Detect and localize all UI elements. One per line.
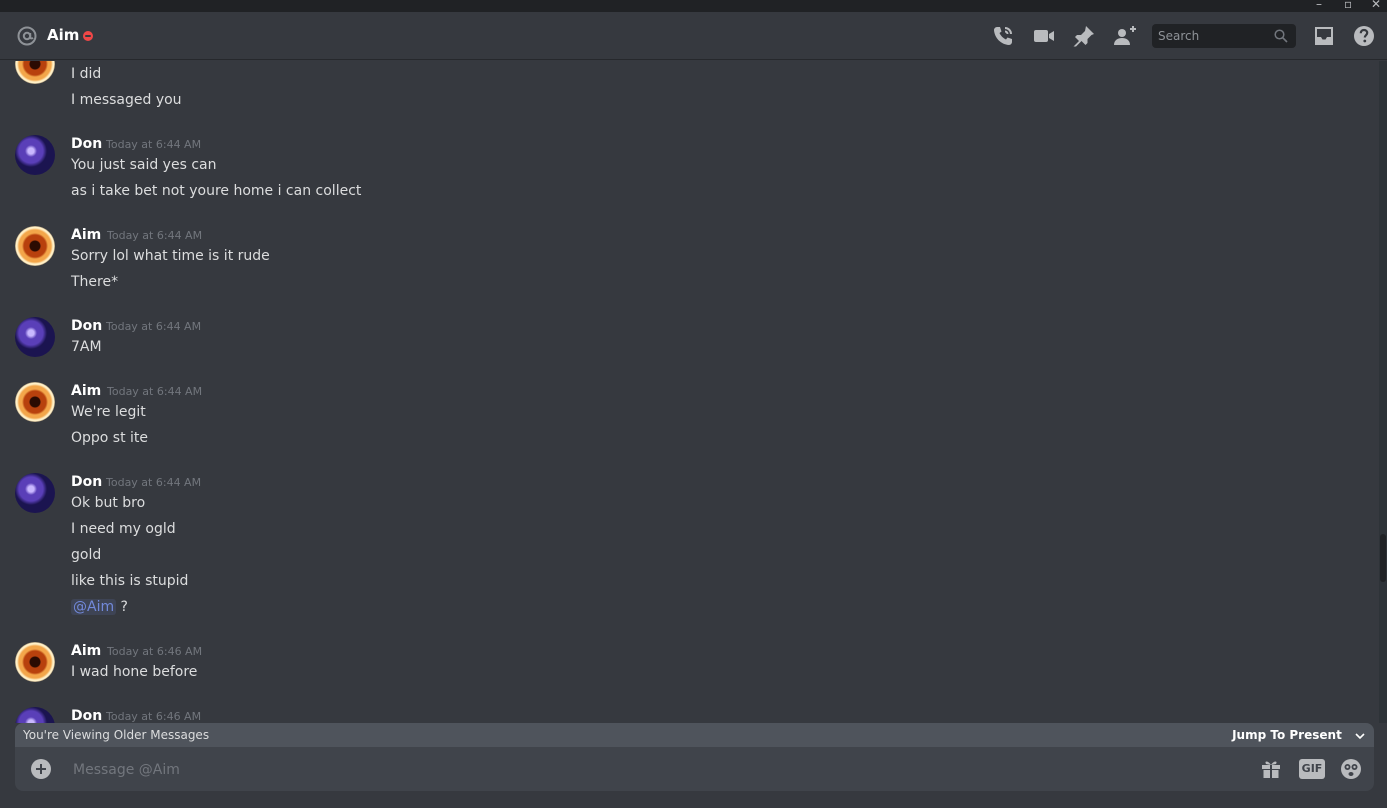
- avatar[interactable]: [15, 382, 55, 422]
- timestamp: Today at 6:46 AM: [106, 710, 202, 723]
- message-list[interactable]: I did I messaged you Don Today at 6:44 A…: [0, 61, 1379, 723]
- avatar[interactable]: [15, 317, 55, 357]
- timestamp: Today at 6:44 AM: [106, 138, 202, 151]
- avatar[interactable]: [15, 226, 55, 266]
- older-messages-text: You're Viewing Older Messages: [23, 728, 210, 742]
- message-text: We're legit: [71, 404, 146, 420]
- maximize-button[interactable]: ▫: [1344, 0, 1352, 11]
- message-text: I wad hone before: [71, 664, 198, 680]
- message-text: I need my ogld: [71, 521, 176, 537]
- help-icon[interactable]: [1352, 24, 1376, 48]
- message-text: 7AM: [71, 339, 102, 355]
- minimize-button[interactable]: –: [1316, 0, 1322, 11]
- username[interactable]: Don: [71, 707, 102, 723]
- older-messages-bar: You're Viewing Older Messages Jump To Pr…: [15, 723, 1374, 747]
- username[interactable]: Don: [71, 473, 102, 491]
- timestamp: Today at 6:44 AM: [107, 385, 203, 398]
- message-text: There*: [71, 274, 119, 290]
- jump-to-present-button[interactable]: Jump To Present: [1232, 726, 1366, 744]
- dnd-status-icon: [83, 31, 93, 41]
- pin-icon[interactable]: [1072, 24, 1096, 48]
- call-icon[interactable]: [991, 24, 1015, 48]
- message-text: @Aim ?: [71, 597, 128, 617]
- jump-to-present-label: Jump To Present: [1232, 728, 1342, 742]
- message-text: Ok but bro: [71, 495, 146, 511]
- message-text: Sorry lol what time is it rude: [71, 248, 270, 264]
- message-text-suffix: ?: [116, 599, 128, 615]
- add-member-icon[interactable]: [1113, 24, 1137, 48]
- emoji-icon[interactable]: [1340, 758, 1362, 780]
- avatar[interactable]: [15, 61, 55, 84]
- message-input[interactable]: [71, 757, 1225, 783]
- close-window-button[interactable]: ✕: [1371, 0, 1381, 11]
- avatar[interactable]: [15, 707, 55, 723]
- username[interactable]: Aim: [71, 382, 101, 400]
- message-text: as i take bet not youre home i can colle…: [71, 183, 362, 199]
- upload-plus-icon[interactable]: [31, 759, 51, 779]
- message-text: Oppo st ite: [71, 430, 149, 446]
- inbox-icon[interactable]: [1312, 24, 1336, 48]
- chevron-down-icon: [1355, 732, 1365, 739]
- timestamp: Today at 6:44 AM: [107, 229, 203, 242]
- window-titlebar: – ▫ ✕: [0, 0, 1387, 12]
- message-text: gold: [71, 547, 102, 563]
- message-text: I did: [71, 66, 102, 82]
- username[interactable]: Aim: [71, 226, 101, 244]
- at-icon: [17, 26, 37, 46]
- avatar[interactable]: [15, 473, 55, 513]
- timestamp: Today at 6:44 AM: [106, 476, 202, 489]
- channel-name: Aim: [47, 26, 80, 44]
- video-icon[interactable]: [1032, 24, 1056, 48]
- message-text: I messaged you: [71, 92, 182, 108]
- message-text: like this is stupid: [71, 573, 189, 589]
- search-icon: [1274, 29, 1288, 43]
- message-text: You just said yes can: [71, 157, 217, 173]
- channel-header: Aim Search: [0, 12, 1387, 60]
- scrollbar-thumb[interactable]: [1380, 534, 1386, 582]
- scrollbar-track[interactable]: [1379, 61, 1387, 723]
- username[interactable]: Don: [71, 135, 102, 153]
- gif-button[interactable]: GIF: [1299, 759, 1325, 779]
- avatar[interactable]: [15, 642, 55, 682]
- search-box[interactable]: Search: [1152, 24, 1296, 48]
- message-composer: GIF: [15, 747, 1374, 791]
- username[interactable]: Aim: [71, 642, 101, 660]
- username[interactable]: Don: [71, 317, 102, 335]
- search-placeholder: Search: [1158, 29, 1200, 43]
- avatar[interactable]: [15, 135, 55, 175]
- timestamp: Today at 6:44 AM: [106, 320, 202, 333]
- user-mention[interactable]: @Aim: [71, 599, 117, 615]
- gift-icon[interactable]: [1260, 758, 1282, 780]
- timestamp: Today at 6:46 AM: [107, 645, 203, 658]
